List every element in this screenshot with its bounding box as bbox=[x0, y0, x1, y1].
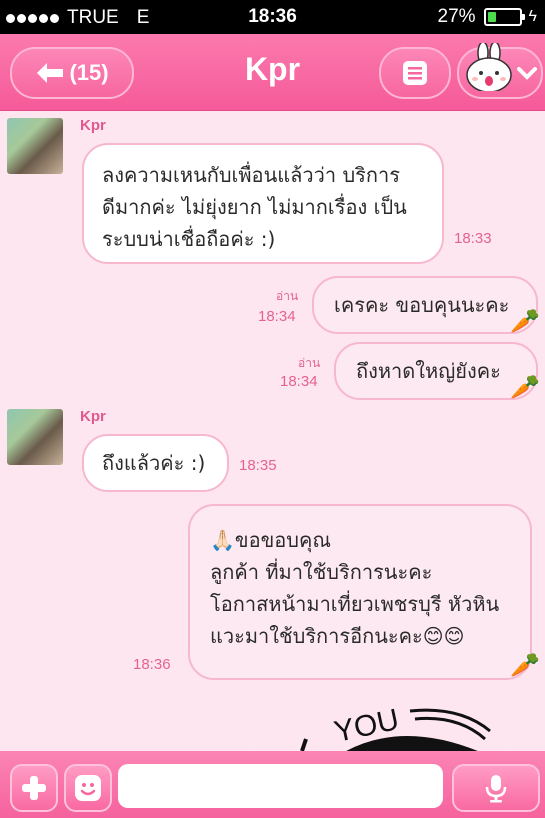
message-line: ลูกค้า ที่มาใช้บริการนะคะ bbox=[210, 560, 433, 584]
sender-name: Kpr bbox=[80, 117, 106, 134]
read-receipt: อ่าน bbox=[298, 356, 321, 370]
message-line: แวะมาใช้บริการอีกนะคะ😊😊 bbox=[210, 624, 465, 648]
message-bubble-incoming[interactable]: ถึงแล้วค่ะ :) bbox=[82, 434, 229, 492]
battery-percent: 27% bbox=[437, 6, 476, 27]
message-bubble-incoming[interactable]: ลงความเหนกับเพื่อนแล้วว่า บริการ ดีมากค่… bbox=[82, 143, 444, 264]
sticker-menu-button[interactable] bbox=[457, 43, 543, 99]
emoji-button[interactable] bbox=[64, 764, 112, 812]
chat-header: (15) Kpr bbox=[0, 34, 545, 111]
message-timestamp: 18:35 bbox=[239, 457, 277, 474]
plus-icon bbox=[22, 776, 46, 800]
carrot-sticker-icon: 🥕 bbox=[510, 373, 540, 401]
carrot-sticker-icon: 🥕 bbox=[510, 651, 540, 679]
message-timestamp: 18:33 bbox=[454, 230, 492, 247]
message-text: ถึงหาดใหญ่ยังคะ bbox=[356, 359, 501, 383]
chat-area[interactable]: Kpr ลงความเหนกับเพื่อนแล้วว่า บริการ ดีม… bbox=[0, 111, 545, 751]
status-bar: TRUE E 18:36 27% ϟ bbox=[0, 0, 545, 34]
message-line: ระบบน่าเชื่อถือค่ะ :) bbox=[102, 227, 276, 251]
message-text: ถึงแล้วค่ะ :) bbox=[102, 451, 206, 475]
message-timestamp: 18:34 bbox=[280, 373, 318, 390]
read-receipt: อ่าน bbox=[276, 289, 299, 303]
microphone-icon bbox=[485, 775, 507, 803]
list-icon bbox=[403, 61, 427, 85]
message-line: 🙏🏻ขอขอบคุณ bbox=[210, 528, 331, 552]
message-input-bar bbox=[0, 751, 545, 818]
menu-button[interactable] bbox=[379, 47, 451, 99]
message-bubble-outgoing[interactable]: เครคะ ขอบคุนนะคะ bbox=[312, 276, 538, 334]
battery-fill bbox=[487, 12, 496, 22]
chevron-down-icon bbox=[517, 67, 537, 80]
battery-area: 27% ϟ bbox=[438, 6, 538, 28]
message-line: ลงความเหนกับเพื่อนแล้วว่า บริการ bbox=[102, 163, 400, 187]
message-bubble-outgoing[interactable]: ถึงหาดใหญ่ยังคะ bbox=[334, 342, 538, 400]
you-sticker-image[interactable]: YOU bbox=[290, 701, 510, 751]
message-timestamp: 18:34 bbox=[258, 308, 296, 325]
charging-icon: ϟ bbox=[528, 8, 537, 25]
message-line: โอกาสหน้ามาเที่ยวเพชรบุรี หัวหิน bbox=[210, 592, 500, 616]
message-input[interactable] bbox=[118, 764, 443, 808]
avatar[interactable] bbox=[7, 409, 63, 465]
smiley-icon bbox=[75, 775, 101, 801]
message-text: เครคะ ขอบคุนนะคะ bbox=[334, 293, 510, 317]
battery-icon bbox=[483, 8, 525, 26]
message-bubble-outgoing[interactable]: 🙏🏻ขอขอบคุณ ลูกค้า ที่มาใช้บริการนะคะ โอก… bbox=[188, 504, 532, 680]
message-line: ดีมากค่ะ ไม่ยุ่งยาก ไม่มากเรื่อง เป็น bbox=[102, 195, 407, 219]
message-timestamp: 18:36 bbox=[133, 656, 171, 673]
carrot-sticker-icon: 🥕 bbox=[510, 307, 540, 335]
avatar[interactable] bbox=[7, 118, 63, 174]
sender-name: Kpr bbox=[80, 408, 106, 425]
add-attachment-button[interactable] bbox=[10, 764, 58, 812]
voice-message-button[interactable] bbox=[452, 764, 540, 812]
